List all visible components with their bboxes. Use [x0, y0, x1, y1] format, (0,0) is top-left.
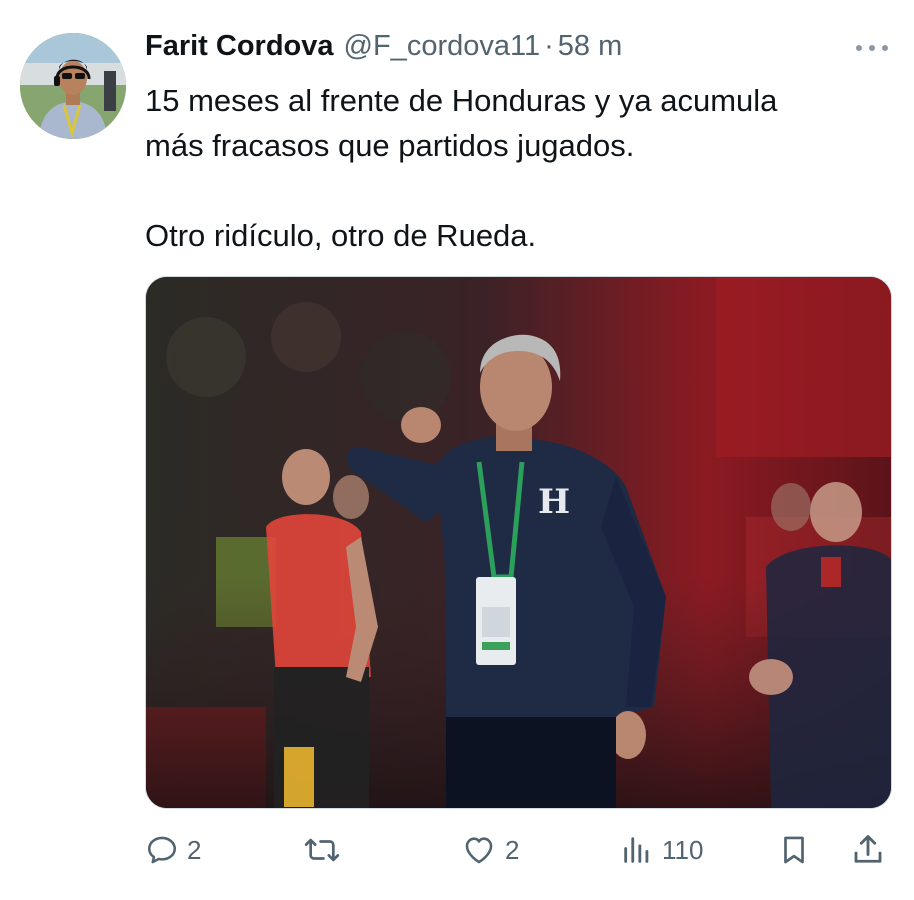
retweet-icon [304, 838, 340, 862]
bookmark-icon [784, 836, 804, 864]
retweet-button[interactable] [303, 828, 349, 872]
reply-count: 2 [187, 834, 202, 865]
author-name[interactable]: Farit Cordova [145, 30, 334, 63]
heart-icon [465, 837, 493, 864]
header-separator: · [544, 30, 554, 62]
views-button[interactable]: 110 [620, 828, 703, 872]
reply-button[interactable]: 2 [145, 828, 201, 872]
like-button[interactable]: 2 [461, 828, 519, 872]
jacket-crest-letter: H [538, 482, 570, 522]
tweet-media-photo[interactable]: H [145, 276, 892, 809]
tweet-timestamp[interactable]: 58 m [558, 30, 622, 63]
tweet-text-line: más fracasos que partidos jugados. [145, 128, 635, 163]
share-button[interactable] [850, 828, 886, 872]
tweet-text-line: Otro ridículo, otro de Rueda. [145, 218, 537, 253]
views-count: 110 [662, 834, 704, 865]
more-options-button[interactable] [852, 36, 892, 60]
tweet-action-bar: 2 2 110 [145, 828, 895, 872]
reply-icon [147, 836, 177, 864]
tweet-header: Farit Cordova @F_cordova11 · 58 m [145, 30, 622, 70]
tweet-text: 15 meses al frente de Honduras y ya acum… [145, 78, 885, 258]
share-icon [854, 835, 882, 863]
author-handle[interactable]: @F_cordova11 [344, 30, 541, 63]
avatar-image [20, 33, 126, 139]
like-count: 2 [505, 834, 520, 865]
views-icon [624, 837, 649, 863]
avatar[interactable] [20, 33, 126, 139]
coach-photo: H [146, 277, 891, 808]
tweet-text-line: 15 meses al frente de Honduras y ya acum… [145, 83, 778, 118]
more-horizontal-icon [856, 45, 888, 51]
bookmark-button[interactable] [777, 828, 811, 872]
